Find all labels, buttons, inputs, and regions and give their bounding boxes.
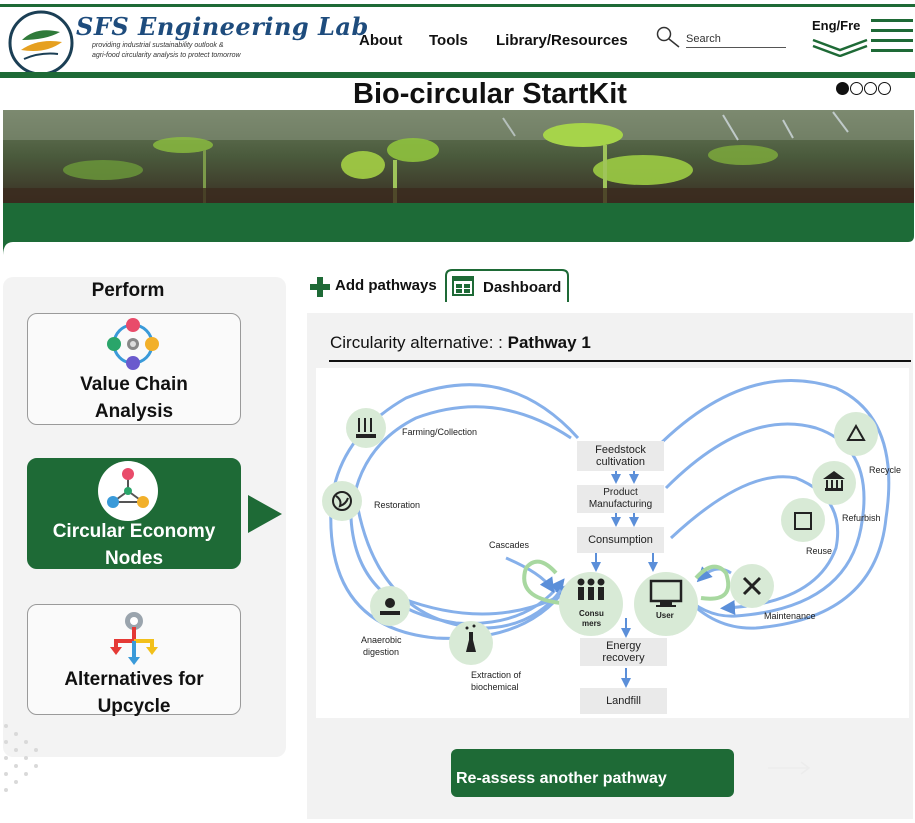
box-feedstock-line1: Feedstock bbox=[595, 444, 646, 456]
label-refurbish: Refurbish bbox=[842, 513, 881, 523]
card-value-chain-analysis[interactable]: Value Chain Analysis bbox=[27, 313, 241, 425]
banner-curve bbox=[3, 230, 914, 256]
tab-add-pathways-label: Add pathways bbox=[335, 277, 437, 294]
label-extraction-1: Extraction of bbox=[471, 670, 522, 680]
carousel-dot-4[interactable] bbox=[878, 82, 891, 95]
nav-tools[interactable]: Tools bbox=[429, 32, 468, 49]
brand-tagline: providing industrial sustainability outl… bbox=[92, 41, 282, 61]
label-anaerobic-1: Anaerobic bbox=[361, 635, 402, 645]
label-reuse: Reuse bbox=[806, 546, 833, 556]
box-product-line2: Manufacturing bbox=[588, 499, 653, 510]
box-feedstock-line2: cultivation bbox=[596, 456, 645, 468]
brand-tagline-line-1: providing industrial sustainability outl… bbox=[92, 42, 224, 49]
card-value-chain-line2: Analysis bbox=[94, 401, 174, 422]
card-alternatives-line2: Upcycle bbox=[97, 696, 171, 717]
box-consumption: Consumption bbox=[577, 527, 664, 553]
language-toggle[interactable]: Eng/Fre bbox=[812, 18, 860, 33]
nav-about[interactable]: About bbox=[359, 32, 402, 49]
box-product-manufacturing: Product Manufacturing bbox=[577, 485, 664, 513]
label-anaerobic-2: digestion bbox=[363, 647, 400, 657]
value-chain-icon bbox=[107, 318, 159, 370]
box-feedstock-cultivation: Feedstock cultivation bbox=[577, 441, 664, 471]
card-circular-economy-nodes[interactable]: Circular Economy Nodes bbox=[27, 458, 241, 569]
pathway-heading-name: Pathway 1 bbox=[507, 333, 591, 352]
node-user-label: User bbox=[656, 611, 674, 620]
box-product-line1: Product bbox=[603, 487, 638, 498]
carousel-dot-3[interactable] bbox=[864, 82, 877, 95]
circularity-diagram: Feedstock cultivation Product Manufacturin… bbox=[316, 368, 909, 718]
card-circular-economy-line2: Nodes bbox=[104, 548, 164, 569]
reassess-pathway-button[interactable]: Re-assess another pathway bbox=[451, 749, 734, 797]
split-arrows-icon bbox=[110, 612, 158, 665]
dashboard-icon bbox=[452, 276, 474, 296]
label-maintenance: Maintenance bbox=[764, 611, 816, 621]
tab-dashboard[interactable]: Dashboard bbox=[444, 269, 570, 302]
box-landfill: Landfill bbox=[580, 688, 667, 714]
label-farming-collection: Farming/Collection bbox=[402, 427, 478, 437]
card-circular-economy-line1: Circular Economy bbox=[52, 521, 216, 542]
card-alternatives-upcycle[interactable]: Alternatives for Upcycle bbox=[27, 604, 241, 717]
page-title: Bio-circular StartKit bbox=[353, 78, 627, 110]
page: SFS Engineering Lab providing industrial… bbox=[0, 0, 915, 823]
pathway-heading-rule bbox=[329, 360, 911, 362]
active-card-pointer bbox=[248, 495, 282, 533]
label-cascades: Cascades bbox=[489, 540, 530, 550]
card-alternatives-line1: Alternatives for bbox=[64, 669, 204, 690]
pathway-heading-prefix: Circularity alternative: : bbox=[330, 333, 503, 352]
label-extraction-2: biochemical bbox=[471, 682, 519, 692]
search-icon[interactable] bbox=[655, 25, 681, 51]
box-energy-line1: Energy bbox=[606, 640, 641, 652]
sfs-logo[interactable] bbox=[8, 10, 74, 76]
brand-title[interactable]: SFS Engineering Lab bbox=[76, 12, 369, 41]
decorative-dots-left bbox=[4, 724, 38, 792]
node-consumers-label-2: mers bbox=[582, 619, 602, 628]
carousel-dots bbox=[836, 82, 891, 95]
tab-dashboard-label: Dashboard bbox=[483, 279, 562, 296]
brand-tagline-line-2: agri-food circularity analysis to protec… bbox=[92, 52, 241, 59]
network-nodes-icon bbox=[98, 461, 158, 521]
hero-banner-image bbox=[3, 110, 914, 203]
sidebar-title: Perform bbox=[91, 280, 165, 301]
pathway-heading: Circularity alternative: : Pathway 1 bbox=[330, 333, 591, 353]
search-input[interactable] bbox=[686, 30, 786, 48]
plus-icon bbox=[310, 277, 330, 297]
card-value-chain-line1: Value Chain bbox=[80, 374, 188, 395]
box-energy-recovery: Energy recovery bbox=[580, 638, 667, 666]
box-energy-line2: recovery bbox=[602, 652, 645, 664]
next-arrow-icon[interactable] bbox=[768, 760, 812, 776]
carousel-dot-1[interactable] bbox=[836, 82, 849, 95]
label-recycle: Recycle bbox=[869, 465, 902, 475]
tab-add-pathways[interactable]: Add pathways bbox=[310, 270, 440, 302]
nav-library-resources[interactable]: Library/Resources bbox=[496, 32, 628, 49]
hamburger-menu-icon[interactable] bbox=[871, 17, 913, 57]
label-restoration: Restoration bbox=[374, 500, 421, 510]
carousel-dot-2[interactable] bbox=[850, 82, 863, 95]
header: SFS Engineering Lab providing industrial… bbox=[0, 7, 915, 76]
language-chevron-icon[interactable] bbox=[812, 35, 868, 57]
